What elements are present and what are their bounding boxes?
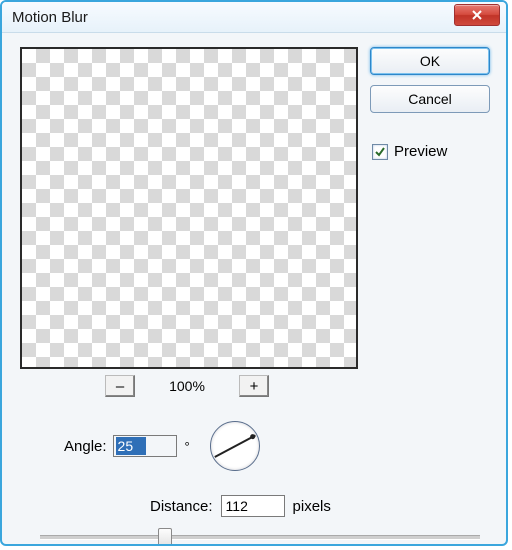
distance-row: Distance: pixels bbox=[150, 495, 490, 517]
angle-dial[interactable] bbox=[210, 421, 260, 471]
zoom-in-button[interactable]: + bbox=[239, 375, 269, 397]
close-button[interactable] bbox=[454, 4, 500, 26]
distance-unit: pixels bbox=[293, 498, 331, 515]
check-icon bbox=[374, 146, 386, 158]
titlebar[interactable]: Motion Blur bbox=[2, 2, 506, 33]
preview-checkbox-row: Preview bbox=[372, 143, 490, 160]
ok-button[interactable]: OK bbox=[370, 47, 490, 75]
slider-rail bbox=[40, 535, 480, 540]
angle-needle bbox=[214, 435, 255, 458]
distance-slider[interactable] bbox=[40, 527, 480, 546]
distance-input[interactable] bbox=[221, 495, 285, 517]
degree-symbol: ° bbox=[185, 439, 190, 454]
plus-icon: + bbox=[250, 379, 259, 394]
zoom-controls: – 100% + bbox=[20, 375, 354, 397]
button-column: OK Cancel Preview bbox=[370, 47, 490, 160]
distance-label: Distance: bbox=[150, 498, 213, 515]
zoom-level: 100% bbox=[163, 378, 211, 394]
zoom-out-button[interactable]: – bbox=[105, 375, 135, 397]
angle-input[interactable] bbox=[113, 435, 177, 457]
angle-label: Angle: bbox=[64, 438, 107, 455]
preview-checkbox[interactable] bbox=[372, 144, 388, 160]
close-icon bbox=[471, 10, 483, 20]
preview-checkbox-label: Preview bbox=[394, 143, 447, 160]
cancel-button[interactable]: Cancel bbox=[370, 85, 490, 113]
dialog-content: – 100% + Angle: ° Distance: pixels bbox=[2, 33, 506, 546]
dialog-window: Motion Blur – 100% + Angle: ° bbox=[0, 0, 508, 546]
minus-icon: – bbox=[116, 379, 124, 394]
window-title: Motion Blur bbox=[12, 9, 88, 26]
angle-row: Angle: ° bbox=[64, 421, 490, 471]
slider-thumb[interactable] bbox=[158, 528, 172, 546]
preview-canvas[interactable] bbox=[20, 47, 358, 369]
